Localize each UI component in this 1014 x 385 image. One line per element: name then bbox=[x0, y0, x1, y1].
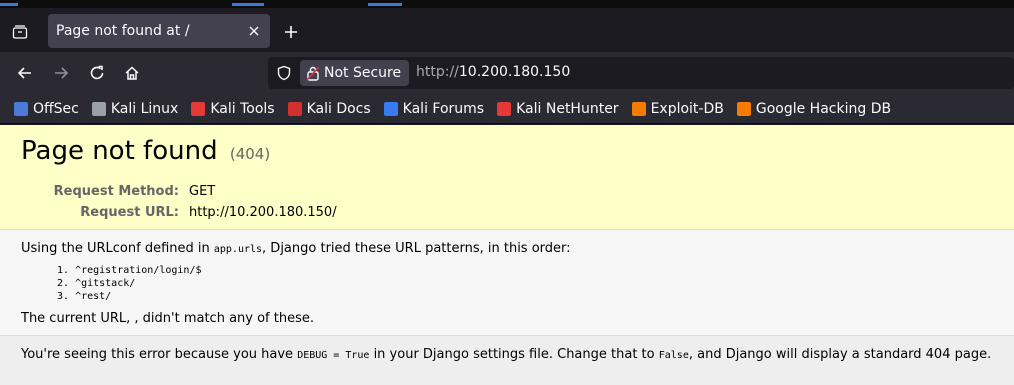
current-url-message: The current URL, , didn't match any of t… bbox=[21, 311, 314, 326]
request-method-label: Request Method: bbox=[53, 184, 179, 199]
url-pattern-text: ^gitstack/ bbox=[75, 278, 136, 289]
debug-setting: DEBUG = True bbox=[297, 350, 370, 361]
urlconf-intro-after: , Django tried these URL patterns, in th… bbox=[262, 241, 571, 256]
insecure-lock-icon bbox=[306, 66, 320, 81]
bookmark-item[interactable]: Kali Forums bbox=[383, 100, 485, 117]
request-meta-table: Request Method: GET Request URL: http://… bbox=[21, 181, 993, 223]
url-pattern-item: 1. ^registration/login/$ bbox=[57, 264, 993, 277]
reload-button[interactable] bbox=[83, 59, 111, 87]
navigation-bar: Not Secure http://10.200.180.150 bbox=[0, 52, 1014, 94]
back-button[interactable] bbox=[11, 59, 39, 87]
tab-active[interactable]: Page not found at / bbox=[48, 14, 270, 48]
request-method-value: GET bbox=[189, 184, 216, 199]
explanation-part-3: , and Django will display a standard 404… bbox=[688, 347, 992, 362]
new-tab-button[interactable] bbox=[278, 18, 304, 46]
request-url-row: Request URL: http://10.200.180.150/ bbox=[21, 202, 993, 223]
false-value: False bbox=[658, 350, 689, 361]
url-scheme: http:// bbox=[416, 64, 459, 80]
tab-list-icon bbox=[12, 25, 28, 39]
kali-tools-icon bbox=[191, 101, 206, 116]
page-content: Page not found (404) Request Method: GET… bbox=[0, 125, 1014, 385]
bookmark-item[interactable]: Kali Linux bbox=[91, 100, 179, 117]
kali-docs-icon bbox=[287, 101, 302, 116]
shield-icon bbox=[277, 65, 291, 81]
url-pattern-item: 2. ^gitstack/ bbox=[57, 277, 993, 290]
tracking-protection-button[interactable] bbox=[274, 63, 294, 83]
bookmarks-toolbar: OffSec Kali Linux Kali Tools Kali Docs Kali … bbox=[0, 94, 1014, 124]
bookmark-item[interactable]: Exploit-DB bbox=[631, 100, 724, 117]
bookmark-label: Kali Linux bbox=[110, 100, 179, 117]
explanation-panel: You're seeing this error because you hav… bbox=[0, 336, 1014, 385]
bookmark-item[interactable]: Google Hacking DB bbox=[736, 100, 892, 117]
bookmark-item[interactable]: Kali Tools bbox=[191, 100, 275, 117]
debug-explanation: You're seeing this error because you hav… bbox=[21, 347, 993, 362]
bookmark-label: Exploit-DB bbox=[650, 100, 724, 117]
tab-bar: Page not found at / bbox=[0, 8, 1014, 52]
nethunter-icon bbox=[497, 101, 512, 116]
bookmark-item[interactable]: OffSec bbox=[14, 101, 79, 117]
security-label: Not Secure bbox=[324, 65, 402, 81]
url-pattern-number: 1. bbox=[57, 265, 76, 276]
bookmark-label: OffSec bbox=[33, 100, 79, 117]
close-icon[interactable] bbox=[242, 19, 266, 43]
bookmark-label: Kali Forums bbox=[402, 100, 485, 117]
url-pattern-number: 2. bbox=[57, 278, 76, 289]
url-host: 10.200.180.150 bbox=[458, 64, 571, 80]
plus-icon bbox=[285, 26, 297, 38]
arrow-right-icon bbox=[55, 67, 69, 79]
reload-icon bbox=[90, 65, 104, 80]
request-url-value: http://10.200.180.150/ bbox=[189, 205, 337, 220]
status-code: (404) bbox=[229, 145, 271, 163]
bookmark-item[interactable]: Kali Docs bbox=[287, 100, 371, 117]
tab-title: Page not found at / bbox=[56, 23, 190, 39]
urlconf-intro-before: Using the URLconf defined in bbox=[21, 241, 214, 256]
explanation-part-2: in your Django settings file. Change tha… bbox=[369, 347, 659, 362]
top-strip bbox=[0, 0, 1014, 8]
url-pattern-list: 1. ^registration/login/$ 2. ^gitstack/3. … bbox=[57, 264, 993, 303]
request-url-label: Request URL: bbox=[80, 205, 179, 220]
url-pattern-text: ^registration/login/$ bbox=[75, 265, 202, 276]
kali-dragon-icon bbox=[91, 101, 106, 116]
url-pattern-number: 3. bbox=[57, 291, 76, 302]
explanation-part-1: You're seeing this error because you hav… bbox=[21, 347, 298, 362]
ghdb-icon bbox=[736, 101, 751, 116]
bookmark-item[interactable]: Kali NetHunter bbox=[497, 100, 619, 117]
security-indicator[interactable]: Not Secure bbox=[300, 60, 410, 86]
urlconf-intro: Using the URLconf defined in app.urls, D… bbox=[21, 241, 993, 258]
bookmark-label: Kali NetHunter bbox=[516, 100, 619, 117]
bookmark-label: Kali Docs bbox=[306, 100, 371, 117]
url-pattern-item: 3. ^rest/ bbox=[57, 290, 993, 303]
url-pattern-text: ^rest/ bbox=[75, 291, 112, 302]
home-button[interactable] bbox=[118, 59, 146, 87]
kali-forums-icon bbox=[383, 101, 398, 116]
offsec-icon bbox=[14, 101, 28, 116]
request-method-row: Request Method: GET bbox=[21, 181, 993, 202]
urlconf-module: app.urls bbox=[213, 244, 263, 255]
forward-button[interactable] bbox=[47, 59, 75, 87]
url-text[interactable]: http://10.200.180.150 bbox=[416, 64, 570, 80]
url-bar[interactable]: Not Secure http://10.200.180.150 bbox=[268, 57, 1014, 89]
home-icon bbox=[125, 66, 139, 80]
page-title-text: Page not found bbox=[21, 136, 218, 166]
arrow-left-icon bbox=[17, 67, 31, 79]
bookmark-label: Google Hacking DB bbox=[755, 100, 892, 117]
summary-panel: Page not found (404) Request Method: GET… bbox=[0, 125, 1014, 230]
exploit-db-icon bbox=[631, 101, 646, 116]
page-title: Page not found (404) bbox=[21, 134, 993, 171]
info-panel: Using the URLconf defined in app.urls, D… bbox=[0, 230, 1014, 336]
tab-list-button[interactable] bbox=[6, 18, 34, 46]
bookmark-label: Kali Tools bbox=[210, 100, 275, 117]
